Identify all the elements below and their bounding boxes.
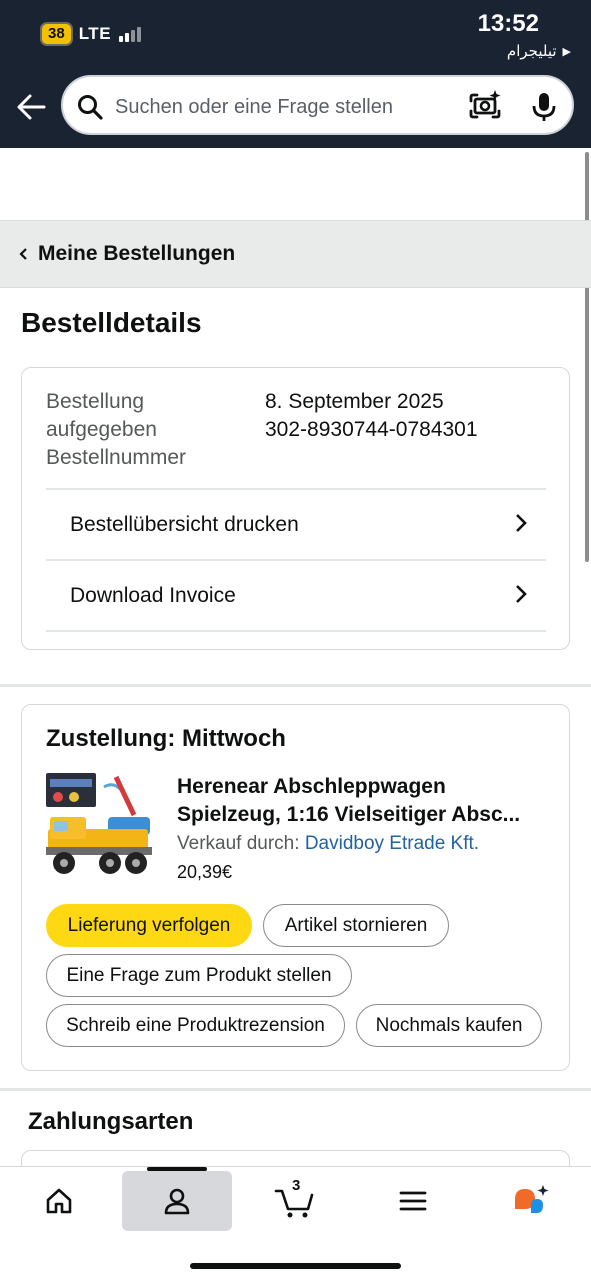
- breadcrumb[interactable]: Meine Bestellungen: [0, 220, 591, 288]
- download-invoice-link[interactable]: Download Invoice: [46, 559, 546, 630]
- product-price: 20,39€: [177, 862, 233, 882]
- scrollbar[interactable]: [585, 152, 589, 562]
- download-invoice-label: Download Invoice: [70, 583, 236, 607]
- nav-cart[interactable]: 3: [240, 1171, 350, 1231]
- order-date: 8. September 2025: [265, 390, 444, 413]
- chevron-right-icon: [516, 585, 527, 603]
- cancel-item-button[interactable]: Artikel stornieren: [263, 904, 449, 947]
- clock: 13:52: [477, 10, 539, 37]
- nav-home[interactable]: [4, 1171, 114, 1231]
- chevron-left-icon: [19, 248, 27, 260]
- write-review-button[interactable]: Schreib eine Produktrezension: [46, 1004, 345, 1047]
- microphone-icon[interactable]: [529, 91, 559, 123]
- camera-lens-icon[interactable]: [468, 89, 502, 123]
- seller-link[interactable]: Davidboy Etrade Kft.: [305, 833, 479, 854]
- order-info-labels: Bestellung aufgegeben Bestellnummer: [46, 388, 186, 472]
- chevron-right-icon: [516, 514, 527, 532]
- label-line: Bestellnummer: [46, 446, 187, 469]
- section-divider: [0, 684, 591, 687]
- label-line: aufgegeben: [46, 418, 157, 441]
- menu-icon: [399, 1191, 427, 1211]
- payment-methods-title: Zahlungsarten: [28, 1108, 194, 1135]
- delivery-title: Zustellung: Mittwoch: [46, 725, 286, 752]
- order-info-card: Bestellung aufgegeben Bestellnummer 8. S…: [21, 367, 570, 650]
- search-bar[interactable]: Suchen oder eine Frage stellen: [61, 75, 574, 135]
- rufus-icon: [515, 1185, 549, 1213]
- home-icon: [46, 1188, 72, 1214]
- back-app-label: تیلیجرام: [506, 43, 557, 60]
- order-info-values: 8. September 2025 302-8930744-0784301: [265, 388, 478, 444]
- track-delivery-button[interactable]: Lieferung verfolgen: [46, 904, 252, 947]
- back-to-app-link[interactable]: تیلیجرام ▶: [507, 42, 571, 60]
- print-summary-link[interactable]: Bestellübersicht drucken: [46, 488, 546, 559]
- seller-prefix: Verkauf durch:: [177, 833, 300, 854]
- print-summary-label: Bestellübersicht drucken: [70, 512, 299, 536]
- back-arrow-icon[interactable]: [14, 90, 48, 124]
- divider: [46, 630, 546, 632]
- network-type: LTE: [78, 24, 112, 43]
- play-icon: ▶: [562, 45, 571, 58]
- account-icon: [164, 1188, 190, 1215]
- nav-menu[interactable]: [358, 1171, 468, 1231]
- label-line: Bestellung: [46, 390, 145, 413]
- page-title: Bestelldetails: [21, 307, 202, 338]
- breadcrumb-label: Meine Bestellungen: [38, 242, 236, 265]
- battery-indicator: 38: [40, 22, 73, 46]
- status-indicators: 38 LTE: [40, 22, 142, 46]
- seller-info: Verkauf durch: Davidboy Etrade Kft.: [177, 833, 479, 855]
- product-title-line: Spielzeug, 1:16 Vielseitiger Absc...: [177, 803, 521, 826]
- order-number: 302-8930744-0784301: [265, 418, 478, 441]
- ask-question-button[interactable]: Eine Frage zum Produkt stellen: [46, 954, 352, 997]
- product-image[interactable]: [44, 771, 156, 881]
- nav-account[interactable]: [122, 1171, 232, 1231]
- buy-again-button[interactable]: Nochmals kaufen: [356, 1004, 542, 1047]
- product-title[interactable]: Herenear Abschleppwagen Spielzeug, 1:16 …: [177, 773, 547, 829]
- nav-rufus[interactable]: [476, 1171, 586, 1231]
- delivery-card: Zustellung: Mittwoch Herenear Abschleppw…: [21, 704, 570, 1071]
- section-divider: [0, 1088, 591, 1091]
- product-title-line: Herenear Abschleppwagen: [177, 775, 446, 798]
- cart-count: 3: [292, 1177, 301, 1194]
- home-indicator[interactable]: [190, 1263, 401, 1269]
- search-input[interactable]: Suchen oder eine Frage stellen: [115, 96, 393, 119]
- signal-icon: [119, 26, 142, 42]
- top-header: 38 LTE 13:52 تیلیجرام ▶ Suchen oder eine…: [0, 0, 591, 148]
- search-icon: [78, 95, 103, 120]
